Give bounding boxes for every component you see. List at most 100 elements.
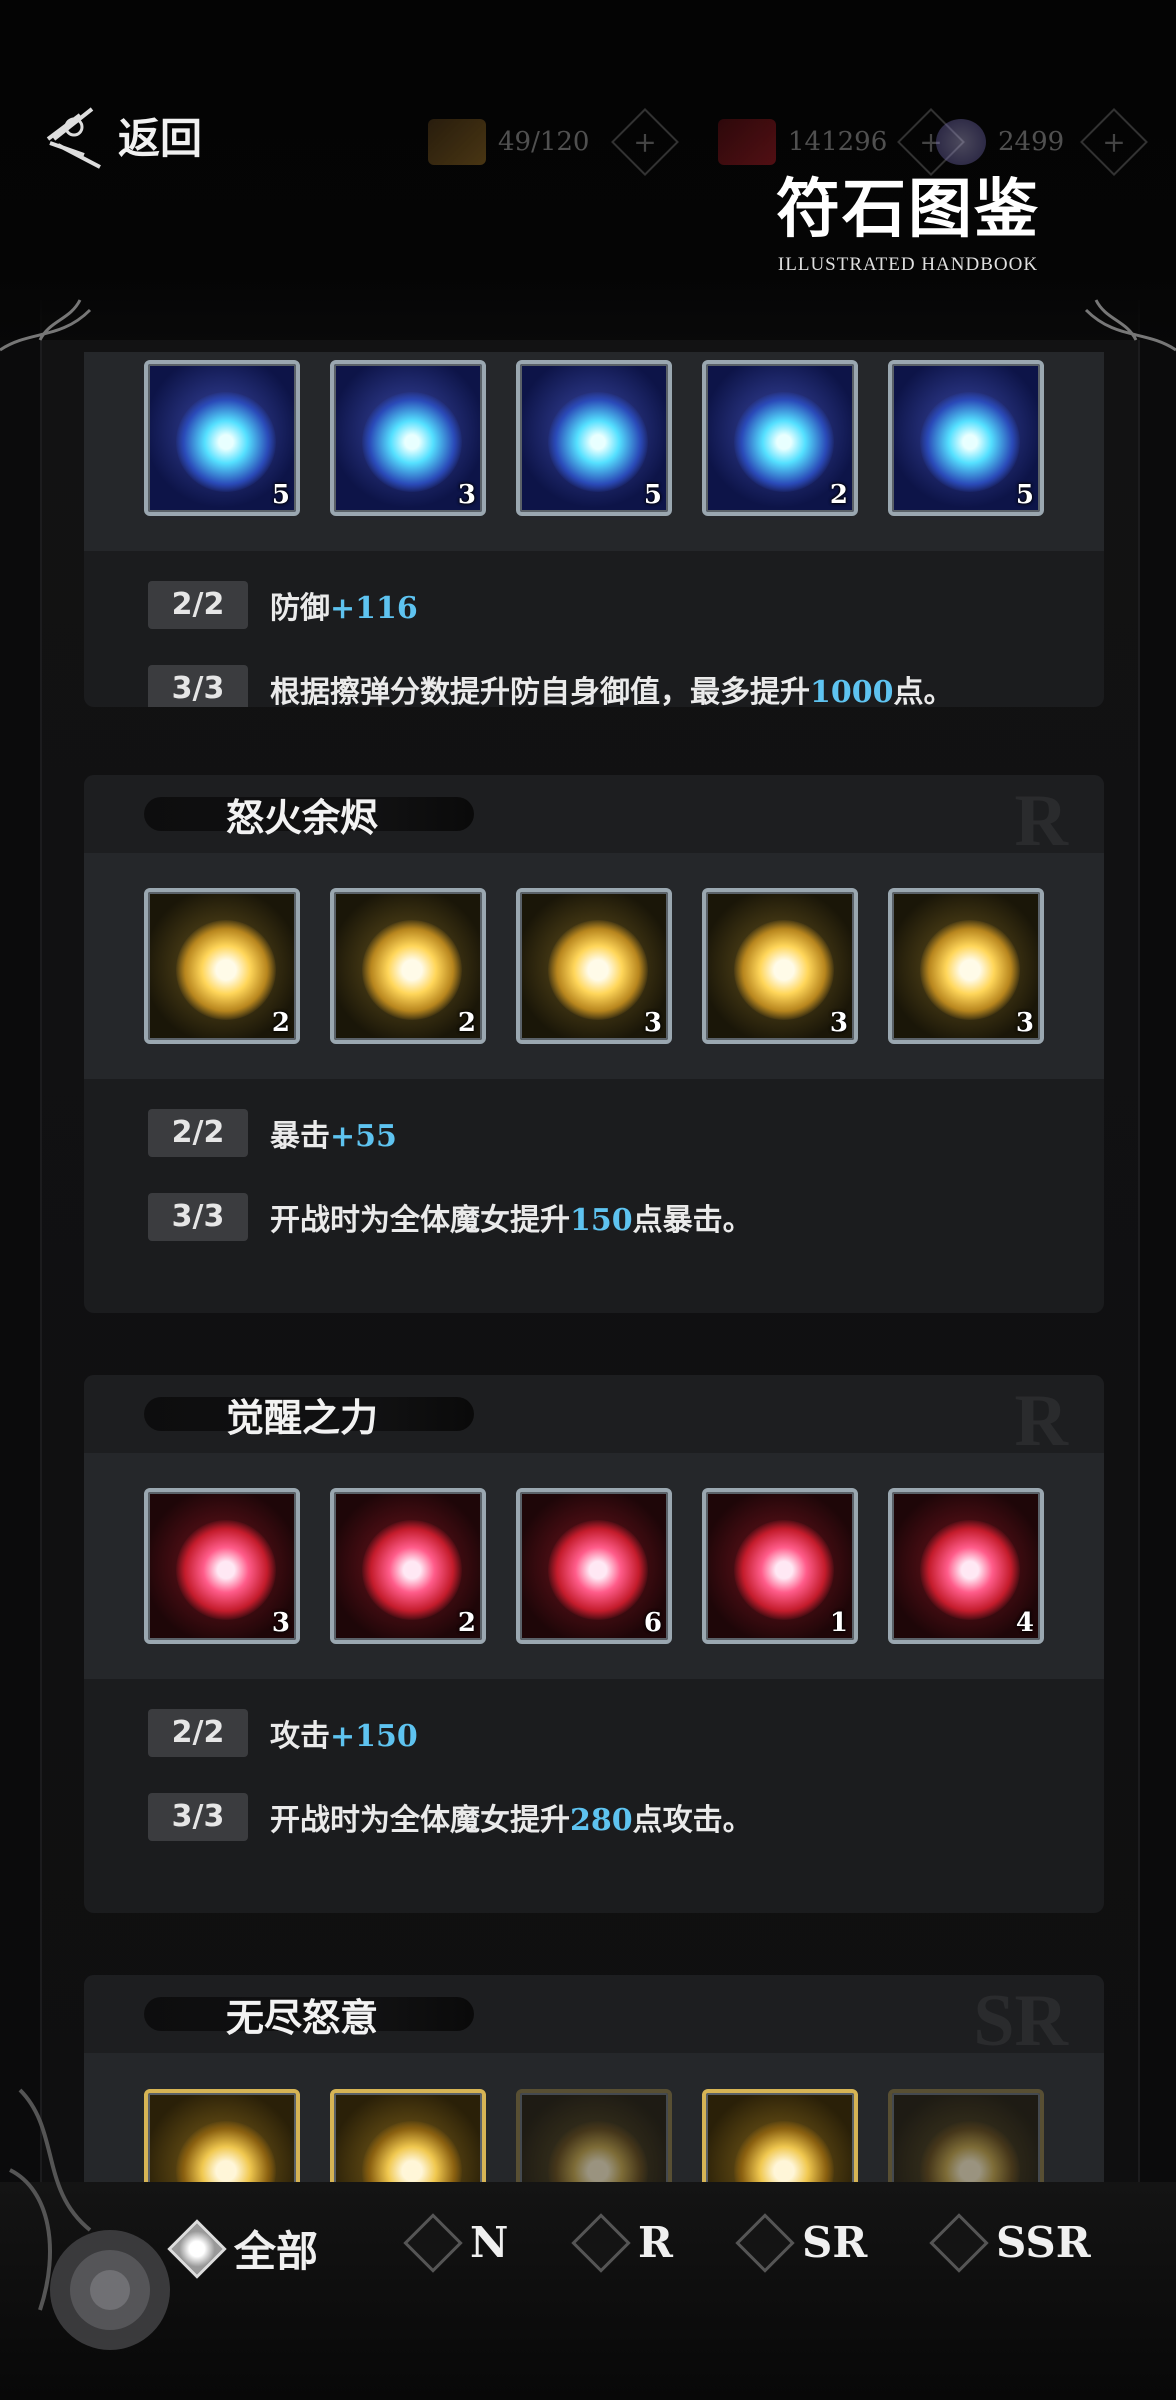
rune-slot[interactable]: 1 <box>702 1488 858 1644</box>
rune-count: 5 <box>271 480 290 510</box>
back-label: 返回 <box>118 113 203 163</box>
rune-row <box>84 2053 1104 2182</box>
diamond-icon <box>403 2212 463 2273</box>
page-subtitle: ILLUSTRATED HANDBOOK <box>777 254 1039 275</box>
rarity-watermark: R <box>1014 1380 1068 1462</box>
effect-text: 开战时为全体魔女提升150点暴击。 <box>270 1203 753 1238</box>
rune-set-header: 无尽怒意 SR <box>84 1975 1104 2062</box>
rune-slot[interactable]: 5 <box>144 360 300 516</box>
add-crystal-icon[interactable] <box>1080 108 1149 176</box>
filter-n[interactable]: N <box>403 2212 508 2273</box>
blue-vortex-icon <box>362 392 462 492</box>
top-header: 返回 49/120 141296 2499 符石图鉴 ILLUSTRATED H… <box>0 0 1176 352</box>
vine-decoration-icon <box>1084 299 1176 352</box>
set-effects: 2/2 防御+116 3/3 根据擦弹分数提升防自身御值，最多提升1000点。 <box>84 551 1104 707</box>
rune-set-name: 怒火余烬 <box>226 795 379 840</box>
rune-count: 3 <box>829 1008 848 1038</box>
golden-flame-icon <box>176 920 276 1020</box>
filter-ssr[interactable]: SSR <box>929 2212 1091 2273</box>
filter-label: R <box>638 2218 673 2267</box>
rune-count: 3 <box>1015 1008 1034 1038</box>
red-crest-icon <box>362 1520 462 1620</box>
rarity-watermark: SR <box>973 1980 1068 2062</box>
effect-text: 开战时为全体魔女提升280点攻击。 <box>270 1803 753 1838</box>
gold-demon-icon <box>734 2121 834 2182</box>
red-crest-icon <box>734 1520 834 1620</box>
rune-count: 2 <box>271 1008 290 1038</box>
resource-value: 49/120 <box>498 127 590 157</box>
rune-count: 4 <box>1015 1608 1034 1638</box>
blue-vortex-icon <box>548 392 648 492</box>
effect-tier-badge: 3/3 <box>148 1193 248 1241</box>
rune-set-card: 怒火余烬 R 2 2 3 3 3 2/2 暴击+55 3/3 开战时为全体魔女提… <box>84 775 1104 1313</box>
rune-set-card: 5 3 5 2 5 2/2 防御+116 3/3 根据擦弹分数提升防自身御值，最… <box>84 352 1104 707</box>
set-effect-row: 2/2 攻击+150 <box>148 1709 1104 1757</box>
blue-vortex-icon <box>734 392 834 492</box>
rune-count: 3 <box>643 1008 662 1038</box>
resource-value: 141296 <box>788 127 888 157</box>
rune-count: 2 <box>829 480 848 510</box>
rune-set-header: 觉醒之力 R <box>84 1375 1104 1462</box>
rune-count: 5 <box>643 480 662 510</box>
back-ornament-icon <box>46 107 101 169</box>
rune-slot[interactable] <box>702 2089 858 2182</box>
filter-sr[interactable]: SR <box>735 2212 868 2273</box>
golden-flame-icon <box>548 920 648 1020</box>
effect-text: 攻击+150 <box>270 1719 418 1754</box>
rune-slot[interactable]: 6 <box>516 1488 672 1644</box>
rune-count: 5 <box>1015 480 1034 510</box>
rune-slot[interactable]: 3 <box>330 360 486 516</box>
gold-demon-icon <box>548 2121 648 2182</box>
rune-set-list[interactable]: 5 3 5 2 5 2/2 防御+116 3/3 根据擦弹分数提升防自身御值，最… <box>84 352 1104 2182</box>
effect-text: 根据擦弹分数提升防自身御值，最多提升1000点。 <box>270 675 954 707</box>
rune-row: 5 3 5 2 5 <box>84 352 1104 551</box>
resource-value: 2499 <box>998 127 1065 157</box>
set-effects: 2/2 暴击+55 3/3 开战时为全体魔女提升150点暴击。 <box>84 1079 1104 1241</box>
effect-text: 防御+116 <box>270 591 418 626</box>
blue-vortex-icon <box>920 392 1020 492</box>
rune-slot[interactable] <box>888 2089 1044 2182</box>
rune-slot[interactable]: 5 <box>888 360 1044 516</box>
effect-tier-badge: 3/3 <box>148 1793 248 1841</box>
rune-slot[interactable]: 2 <box>702 360 858 516</box>
diamond-selected-icon <box>167 2218 227 2279</box>
filter-label: 全部 <box>234 2227 319 2276</box>
effect-tier-badge: 2/2 <box>148 1709 248 1757</box>
effect-tier-badge: 2/2 <box>148 581 248 629</box>
golden-flame-icon <box>362 920 462 1020</box>
rune-count: 2 <box>457 1008 476 1038</box>
set-effect-row: 3/3 根据擦弹分数提升防自身御值，最多提升1000点。 <box>148 665 1104 707</box>
diamond-icon <box>571 2212 631 2273</box>
rune-slot[interactable] <box>330 2089 486 2182</box>
rune-set-name: 无尽怒意 <box>226 1995 379 2040</box>
add-card-pack-icon[interactable] <box>611 108 680 176</box>
rune-slot[interactable] <box>516 2089 672 2182</box>
page-title: 符石图鉴 <box>776 172 1040 247</box>
rune-slot[interactable]: 3 <box>516 888 672 1044</box>
red-crest-icon <box>920 1520 1020 1620</box>
set-effects: 2/2 攻击+150 3/3 开战时为全体魔女提升280点攻击。 <box>84 1679 1104 1841</box>
filter-all[interactable]: 全部 <box>167 2218 319 2279</box>
rune-slot[interactable]: 5 <box>516 360 672 516</box>
rune-slot[interactable]: 4 <box>888 1488 1044 1644</box>
rune-slot[interactable]: 2 <box>330 1488 486 1644</box>
rune-slot[interactable]: 3 <box>144 1488 300 1644</box>
red-gem-icon <box>718 119 776 165</box>
rune-set-card: 无尽怒意 SR <box>84 1975 1104 2182</box>
diamond-icon <box>929 2212 989 2273</box>
filter-r[interactable]: R <box>571 2212 673 2273</box>
rune-count: 3 <box>271 1608 290 1638</box>
rune-count: 3 <box>457 480 476 510</box>
rune-slot[interactable]: 2 <box>144 888 300 1044</box>
filter-label: SR <box>802 2218 868 2267</box>
rune-slot[interactable]: 3 <box>702 888 858 1044</box>
rune-slot[interactable]: 3 <box>888 888 1044 1044</box>
back-button[interactable]: 返回 <box>40 95 202 175</box>
rarity-filter-bar: 全部 N R SR SSR <box>0 2212 1176 2288</box>
set-effect-row: 3/3 开战时为全体魔女提升150点暴击。 <box>148 1193 1104 1241</box>
rune-slot[interactable]: 2 <box>330 888 486 1044</box>
rune-row: 3 2 6 1 4 <box>84 1453 1104 1679</box>
rune-count: 1 <box>829 1608 848 1638</box>
set-effect-row: 2/2 暴击+55 <box>148 1109 1104 1157</box>
set-effect-row: 3/3 开战时为全体魔女提升280点攻击。 <box>148 1793 1104 1841</box>
